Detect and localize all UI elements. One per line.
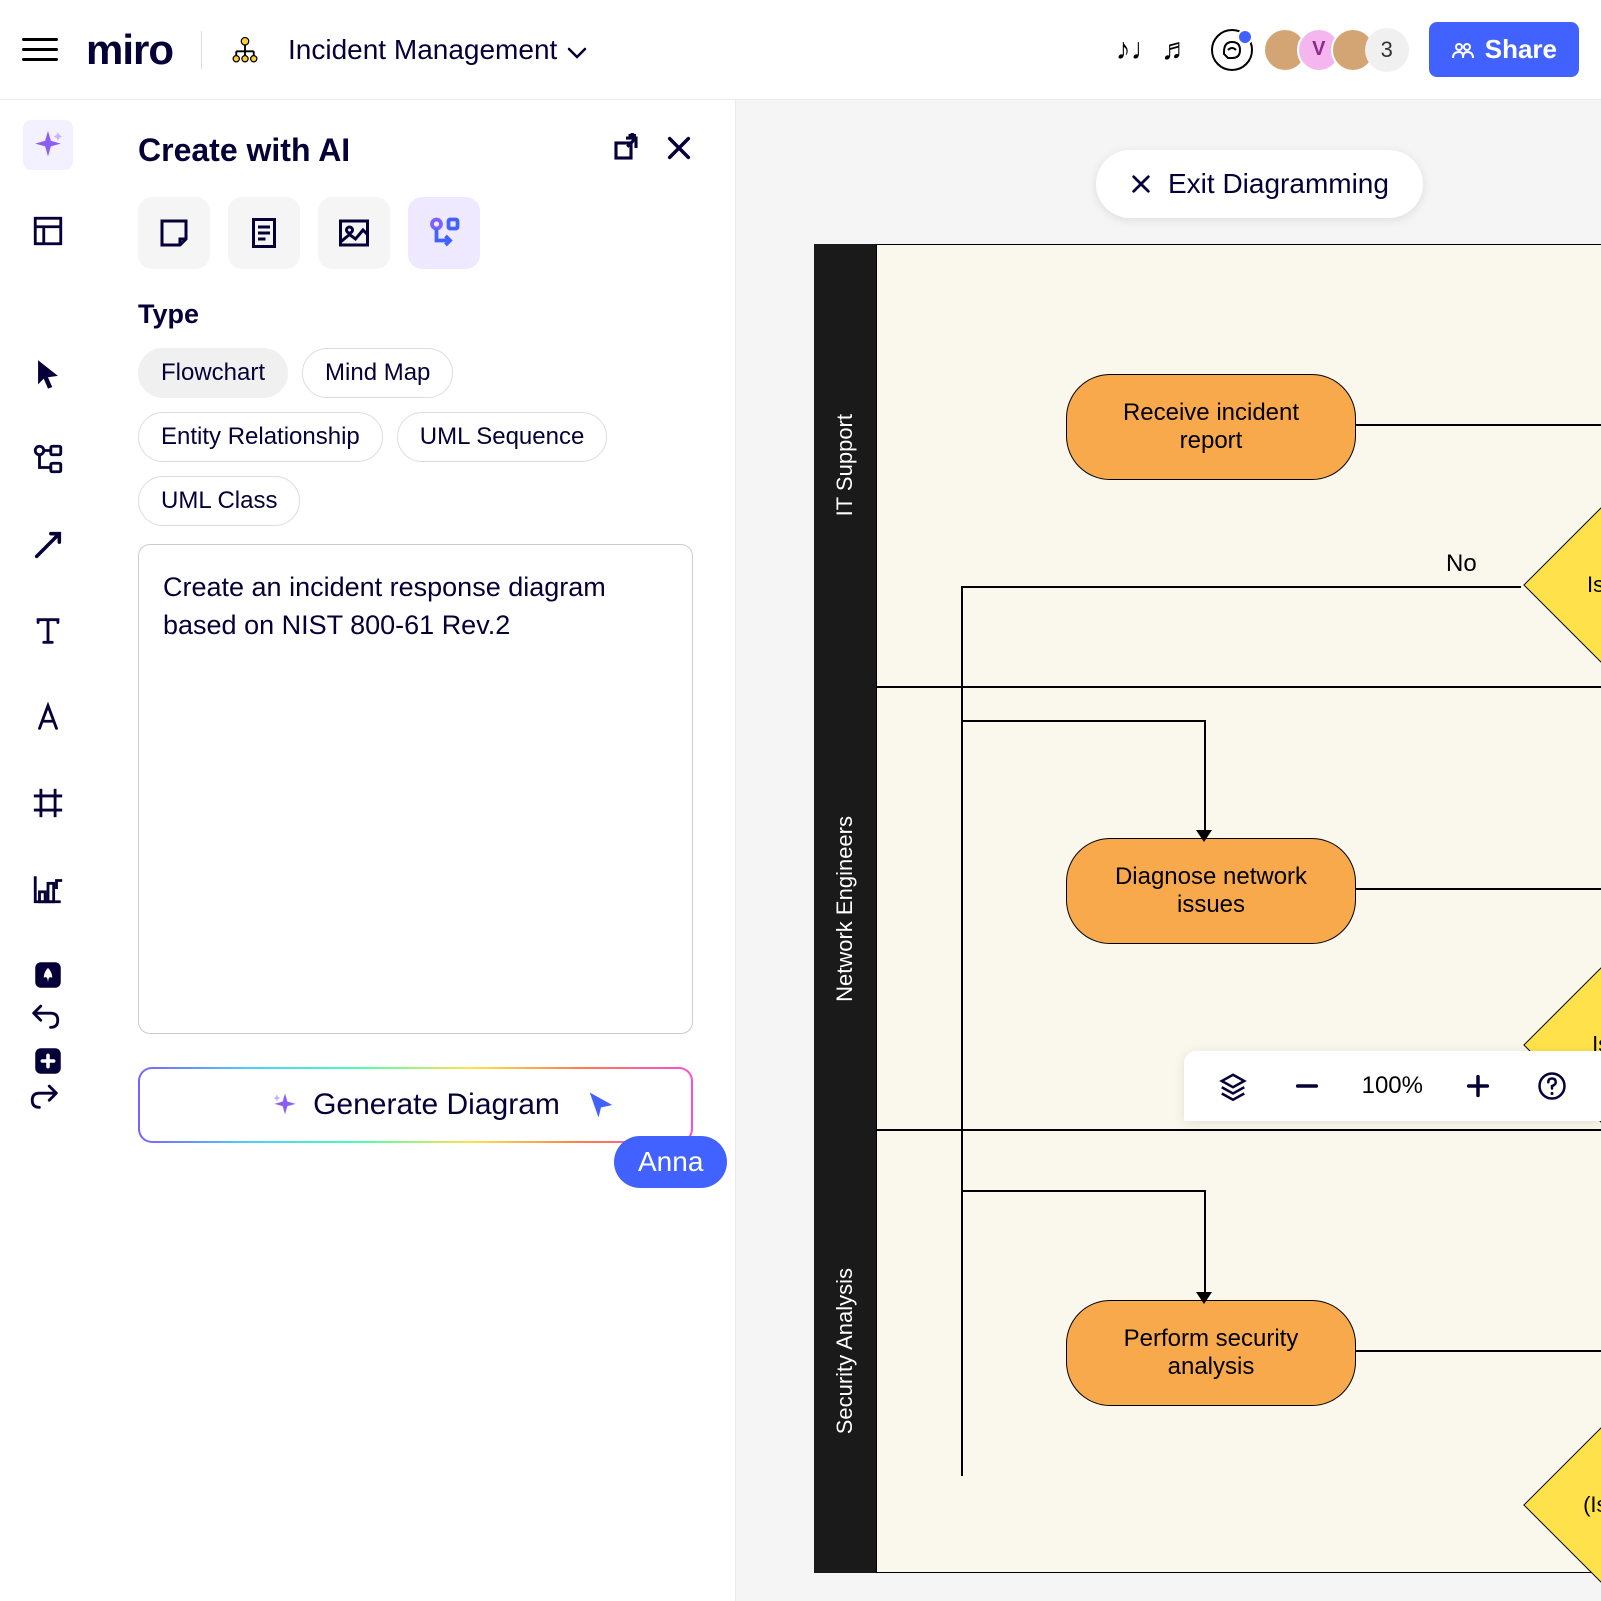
generate-label: Generate Diagram	[313, 1088, 560, 1122]
help-icon[interactable]	[1533, 1067, 1571, 1105]
chip-entity-relationship[interactable]: Entity Relationship	[138, 412, 383, 462]
chip-flowchart[interactable]: Flowchart	[138, 348, 288, 398]
text-tool-icon[interactable]	[23, 606, 73, 656]
share-label: Share	[1485, 34, 1557, 65]
connector	[1356, 888, 1601, 890]
ai-prompt-input[interactable]	[138, 544, 693, 1034]
templates-icon[interactable]	[23, 206, 73, 256]
chat-icon[interactable]	[1211, 29, 1253, 71]
undo-icon[interactable]	[20, 991, 70, 1041]
diagram-canvas[interactable]: Exit Diagramming IT Support Network Engi…	[736, 100, 1601, 1601]
left-toolbar	[16, 120, 80, 1086]
connector	[1204, 1190, 1206, 1300]
chip-mindmap[interactable]: Mind Map	[302, 348, 453, 398]
divider	[201, 31, 202, 69]
edge-label-no: No	[1446, 550, 1477, 578]
diagram-tab[interactable]	[408, 197, 480, 269]
zoom-in-icon[interactable]	[1459, 1067, 1497, 1105]
swimlane-header[interactable]: Security Analysis	[814, 1130, 876, 1573]
document-tab[interactable]	[228, 197, 300, 269]
connector	[961, 586, 1521, 588]
ai-panel-title: Create with AI	[138, 132, 350, 169]
remote-cursor-icon	[586, 1090, 616, 1125]
connector	[1204, 720, 1206, 838]
arrowhead-icon	[1196, 830, 1212, 842]
connector	[961, 1190, 1206, 1192]
select-tool-icon[interactable]	[23, 348, 73, 398]
swimlane-header[interactable]: IT Support	[814, 244, 876, 687]
app-header: miro Incident Management ♪♩♬ V 3 Share	[0, 0, 1601, 100]
board-icon	[230, 35, 260, 65]
image-tab[interactable]	[318, 197, 390, 269]
chevron-down-icon	[567, 34, 587, 66]
board-name-text: Incident Management	[288, 34, 557, 66]
header-left: miro Incident Management	[22, 26, 587, 74]
flow-node-perform[interactable]: Perform security analysis	[1066, 1300, 1356, 1406]
collaborator-avatars[interactable]: V 3	[1273, 28, 1409, 72]
diagram-tool-icon[interactable]	[23, 434, 73, 484]
ai-sparkle-button[interactable]	[23, 120, 73, 170]
frame-tool-icon[interactable]	[23, 778, 73, 828]
avatar-count[interactable]: 3	[1365, 28, 1409, 72]
connector	[1356, 1350, 1601, 1352]
chip-uml-sequence[interactable]: UML Sequence	[397, 412, 608, 462]
ai-panel-header: Create with AI	[138, 132, 693, 169]
layers-icon[interactable]	[1214, 1067, 1252, 1105]
connector	[961, 720, 1206, 722]
exit-label: Exit Diagramming	[1168, 168, 1389, 200]
board-name-dropdown[interactable]: Incident Management	[288, 34, 587, 66]
chip-uml-class[interactable]: UML Class	[138, 476, 300, 526]
connector	[1356, 424, 1601, 426]
swimlane-header[interactable]: Network Engineers	[814, 687, 876, 1130]
music-icon[interactable]: ♪♩♬	[1116, 33, 1191, 67]
zoom-out-icon[interactable]	[1288, 1067, 1326, 1105]
chart-tool-icon[interactable]	[23, 864, 73, 914]
zoom-level[interactable]: 100%	[1362, 1072, 1423, 1100]
flow-node-diagnose[interactable]: Diagnose network issues	[1066, 838, 1356, 944]
pop-out-icon[interactable]	[611, 133, 641, 168]
type-label: Type	[138, 299, 693, 330]
header-right: ♪♩♬ V 3 Share	[1116, 22, 1579, 77]
remote-cursor-label: Anna	[614, 1136, 727, 1188]
share-button[interactable]: Share	[1429, 22, 1579, 77]
redo-icon[interactable]	[20, 1071, 70, 1121]
content-type-tabs	[138, 197, 693, 269]
flow-node-receive[interactable]: Receive incident report	[1066, 374, 1356, 480]
type-chips: Flowchart Mind Map Entity Relationship U…	[138, 348, 693, 526]
zoom-controls: 100%	[1184, 1051, 1601, 1121]
share-icon	[1451, 38, 1475, 62]
undo-redo-group	[20, 991, 70, 1121]
exit-diagramming-button[interactable]: Exit Diagramming	[1096, 150, 1423, 218]
close-icon	[1130, 173, 1152, 195]
create-with-ai-panel: Create with AI Type Flowchart Mind Map E…	[96, 100, 736, 1601]
sticky-note-tab[interactable]	[138, 197, 210, 269]
miro-logo[interactable]: miro	[86, 26, 173, 74]
sparkle-icon	[271, 1091, 299, 1119]
font-tool-icon[interactable]	[23, 692, 73, 742]
arrow-tool-icon[interactable]	[23, 520, 73, 570]
close-icon[interactable]	[665, 134, 693, 167]
menu-icon[interactable]	[22, 32, 58, 68]
arrowhead-icon	[1196, 1292, 1212, 1304]
